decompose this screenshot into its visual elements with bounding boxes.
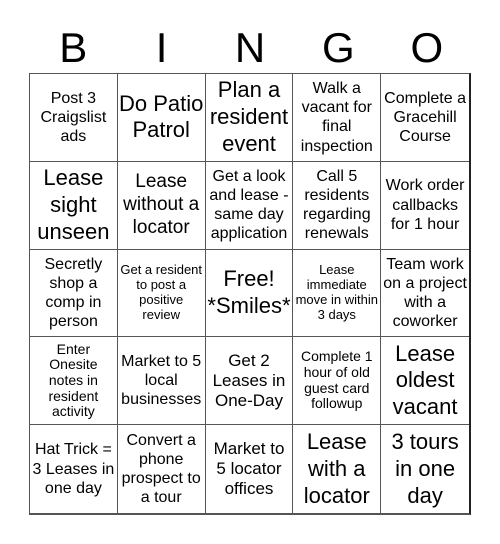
header-letter-n: N [234,24,266,71]
bingo-cell[interactable]: Work order callbacks for 1 hour [381,162,469,250]
bingo-cell[interactable]: Market to 5 local businesses [117,337,206,426]
bingo-cell[interactable]: Call 5 residents regarding renewals [293,161,382,250]
cell-text: Get 2 Leases in One-Day [212,350,286,410]
cell-text: Team work on a project with a coworker [383,255,467,331]
cell-text: Market to 5 local businesses [121,353,202,409]
cell-text: Lease immediate move in within 3 days [295,262,378,322]
cell-text: Free! *Smiles* [207,266,291,318]
header-letter-g: G [322,24,355,71]
cell-text: Complete 1 hour of old guest card follow… [300,348,373,412]
header-letter-b: B [59,24,88,71]
bingo-cell[interactable]: Lease oldest vacant [381,337,469,426]
bingo-cell[interactable]: Hat Trick = 3 Leases in one day [30,425,118,513]
cell-text: Get a look and lease - same day applicat… [209,167,289,243]
bingo-cell[interactable]: 3 tours in one day [381,425,469,513]
cell-text: Lease oldest vacant [392,340,458,420]
bingo-cell[interactable]: Complete a Gracehill Course [381,74,469,162]
bingo-cell[interactable]: Team work on a project with a coworker [381,250,469,338]
bingo-cell[interactable]: Do Patio Patrol [117,74,206,162]
bingo-cell[interactable]: Lease with a locator [293,425,382,513]
bingo-cell[interactable]: Lease without a locator [117,161,206,250]
cell-text: Lease without a locator [123,171,200,238]
cell-text: Complete a Gracehill Course [384,89,466,145]
cell-text: Call 5 residents regarding renewals [302,167,371,243]
bingo-cell[interactable]: Get a look and lease - same day applicat… [205,161,294,250]
cell-text: Secretly shop a comp in person [44,255,103,331]
bingo-cell[interactable]: Get a resident to post a positive review [117,249,206,338]
cell-text: Get a resident to post a positive review [120,262,203,322]
cell-text: Hat Trick = 3 Leases in one day [32,441,115,497]
cell-text: Lease with a locator [303,428,370,508]
bingo-cell[interactable]: Post 3 Craigslist ads [30,74,118,162]
cell-text: Plan a resident event [209,77,289,156]
free-space-cell[interactable]: Free! *Smiles* [205,249,294,338]
bingo-cell[interactable]: Walk a vacant for final inspection [293,74,382,162]
cell-text: Do Patio Patrol [119,90,204,143]
cell-text: Market to 5 locator offices [213,439,285,499]
header-letter-i: I [155,24,168,71]
bingo-cell[interactable]: Complete 1 hour of old guest card follow… [293,337,382,426]
bingo-cell[interactable]: Secretly shop a comp in person [30,249,118,338]
bingo-cell[interactable]: Lease sight unseen [30,161,118,250]
cell-text: Lease sight unseen [37,164,110,244]
bingo-cell[interactable]: Plan a resident event [205,74,294,162]
bingo-header: B I N G O [29,22,471,74]
cell-text: 3 tours in one day [391,428,459,508]
cell-text: Convert a phone prospect to a tour [121,431,201,507]
cell-text: Enter Onesite notes in resident activity [48,340,99,420]
bingo-cell[interactable]: Lease immediate move in within 3 days [293,249,382,338]
bingo-cell[interactable]: Convert a phone prospect to a tour [118,425,206,513]
cell-text: Walk a vacant for final inspection [300,80,373,155]
bingo-cell[interactable]: Get 2 Leases in One-Day [205,337,294,426]
bingo-card-grid: Post 3 Craigslist ads Do Patio Patrol Pl… [29,73,471,515]
cell-text: Post 3 Craigslist ads [40,89,107,145]
bingo-cell[interactable]: Enter Onesite notes in resident activity [30,337,118,426]
bingo-cell[interactable]: Market to 5 locator offices [206,425,294,513]
cell-text: Work order callbacks for 1 hour [385,177,465,233]
header-letter-o: O [410,24,444,71]
